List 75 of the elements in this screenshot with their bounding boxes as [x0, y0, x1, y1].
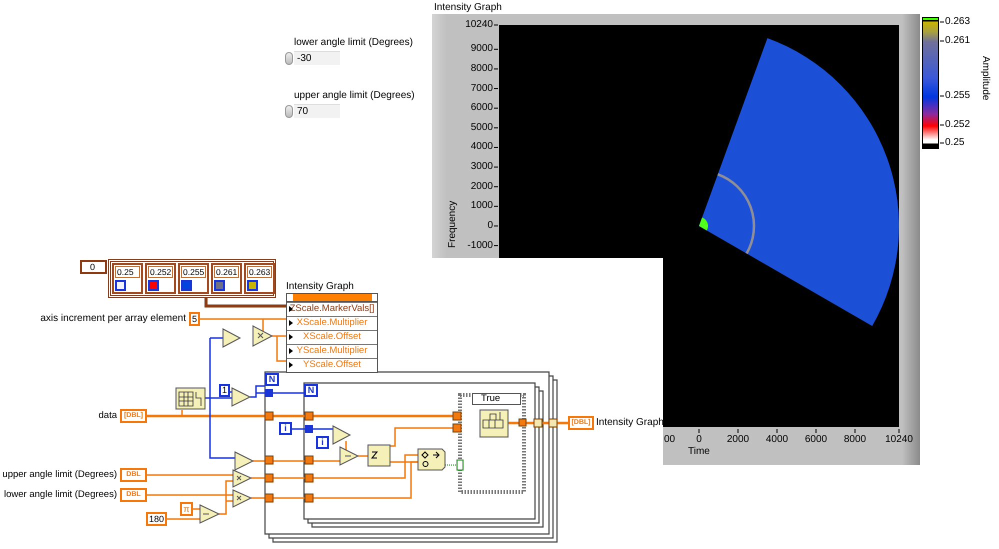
- property-row: XScale.Multiplier: [287, 316, 377, 330]
- increment-decrement-buttons[interactable]: [285, 52, 293, 65]
- terminal-label: upper angle limit (Degrees): [2, 469, 117, 481]
- pi-constant: π: [180, 502, 193, 516]
- numeric-field[interactable]: -30: [294, 51, 340, 65]
- x-tick-label: 6000: [804, 434, 828, 446]
- multiply-node: [252, 326, 274, 346]
- y-tick-label: 2000: [470, 180, 493, 193]
- constant-label: axis increment per array element: [40, 313, 186, 325]
- y-axis-title: Frequency: [447, 200, 459, 248]
- iteration-terminal: i: [279, 422, 292, 435]
- y-tick-label: 4000: [470, 141, 493, 154]
- y-tick-label: 9000: [470, 43, 493, 56]
- multiply-node: [232, 470, 252, 488]
- wire: [166, 518, 200, 520]
- graph-label: Intensity Graph: [434, 2, 502, 14]
- y-tick-label: 1000: [470, 200, 493, 212]
- polar-conversion-node: [368, 444, 390, 466]
- property-row: YScale.Offset: [287, 358, 377, 372]
- case-selector[interactable]: True: [472, 393, 521, 405]
- x-tick-label: 8000: [844, 434, 866, 446]
- divide-node: [200, 504, 220, 524]
- scale-tick-label: 0.25: [945, 137, 964, 149]
- marker-value: 0.25: [115, 266, 140, 278]
- iteration-terminal: i: [316, 436, 329, 449]
- absolute-value-node: [222, 328, 242, 348]
- wire: [345, 441, 347, 452]
- numeric-constant: 5: [189, 312, 200, 326]
- scale-tick-label: 0.255: [945, 90, 970, 102]
- property-node-label: Intensity Graph: [286, 281, 354, 293]
- property-row: ZScale.MarkerVals[]: [287, 302, 377, 316]
- y-tick-label: 0: [487, 220, 493, 232]
- wire: [508, 422, 568, 424]
- x-tick-label: 0: [696, 434, 702, 446]
- numeric-field[interactable]: 70: [294, 104, 340, 118]
- numeric-constant: 180: [146, 512, 167, 526]
- scale-tick-label: 0.252: [945, 119, 970, 131]
- marker-value: 0.261: [214, 266, 239, 278]
- array-build-node: [480, 410, 508, 438]
- indicator-label: Intensity Graph: [596, 417, 664, 429]
- array-index-control[interactable]: 0: [80, 260, 107, 274]
- scale-node: [332, 425, 352, 445]
- marker-value: 0.263: [247, 266, 272, 278]
- terminal-label: lower angle limit (Degrees): [4, 489, 117, 501]
- x-tick-label: 00: [664, 434, 676, 446]
- marker-value: 0.255: [181, 266, 206, 278]
- loop-count-terminal: N: [304, 384, 318, 397]
- scale-tick-label: 0.261: [945, 35, 970, 47]
- y-tick-label: -1000: [467, 240, 493, 252]
- x-tick-label: 2000: [726, 434, 750, 446]
- scale-node: [234, 451, 254, 471]
- scale-tick-label: 0.263: [945, 16, 970, 28]
- x-tick-label: 10240: [885, 434, 913, 446]
- loop-count-terminal: N: [265, 373, 279, 386]
- property-row: XScale.Offset: [287, 330, 377, 344]
- control-label: upper angle limit (Degrees): [294, 90, 415, 102]
- increment-decrement-buttons[interactable]: [285, 105, 293, 118]
- y-tick-label: 3000: [470, 161, 493, 174]
- y-tick-label: 10240: [465, 19, 493, 31]
- y-tick-label: 6000: [470, 102, 493, 114]
- x-tick-label: 4000: [766, 434, 788, 446]
- y-tick-label: 7000: [470, 82, 493, 95]
- property-row: YScale.Multiplier: [287, 344, 377, 358]
- terminal-label: data: [98, 410, 117, 422]
- y-tick-label: 8000: [470, 62, 493, 75]
- integer-constant: 1: [219, 384, 230, 397]
- marker-value: 0.252: [148, 266, 173, 278]
- scale-title: Amplitude: [979, 56, 991, 100]
- multiply-node: [232, 490, 252, 508]
- select-node: [418, 448, 446, 470]
- grid-subvi-icon: [176, 388, 206, 410]
- subtract-node: [340, 446, 360, 466]
- y-tick-label: 5000: [470, 122, 493, 134]
- x-axis-title: Time: [688, 446, 710, 458]
- control-label: lower angle limit (Degrees): [294, 37, 413, 49]
